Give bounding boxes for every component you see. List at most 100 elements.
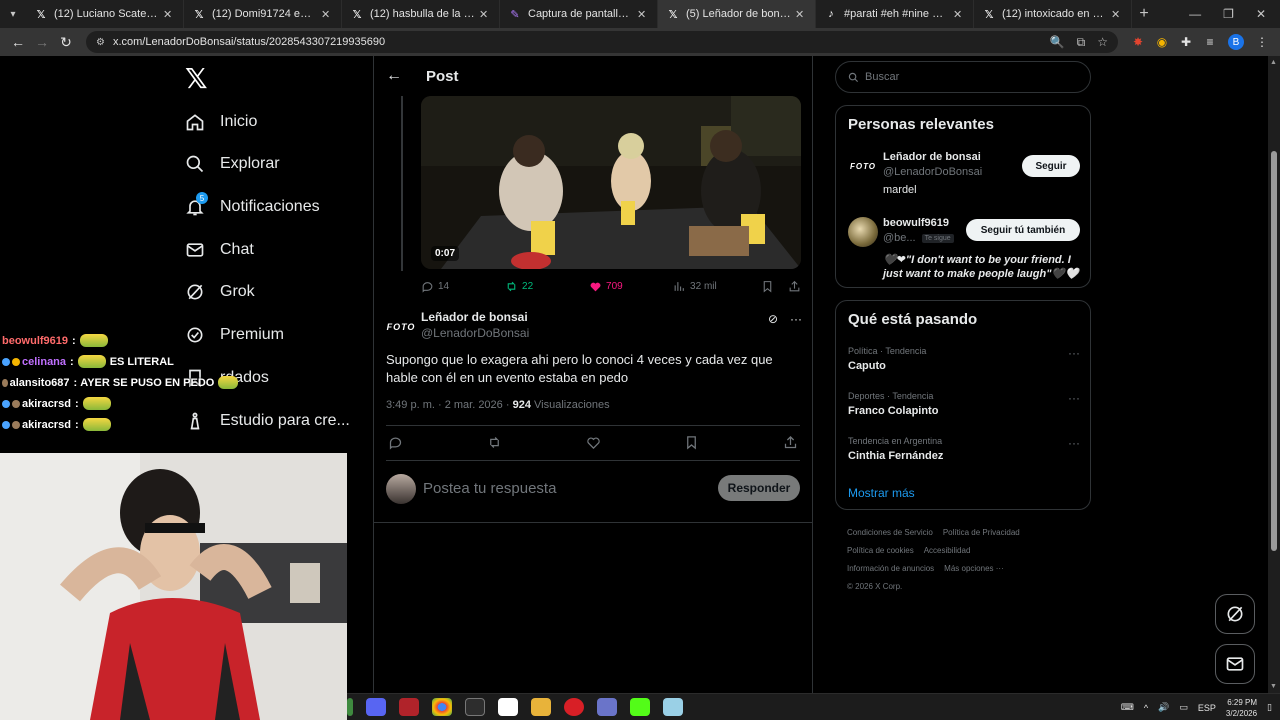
avatar[interactable] bbox=[848, 217, 878, 247]
network-icon[interactable]: ▭ bbox=[1179, 702, 1188, 713]
reply-button[interactable]: Responder bbox=[718, 475, 800, 501]
footer-link[interactable]: Más opciones ··· bbox=[944, 564, 1004, 573]
nav-item-chat[interactable]: Chat bbox=[180, 230, 254, 270]
chrome-icon[interactable] bbox=[432, 698, 452, 716]
heart-icon[interactable] bbox=[586, 435, 601, 450]
author-avatar[interactable]: FOTO bbox=[386, 312, 416, 342]
author-handle[interactable]: @LenadorDoBonsai bbox=[421, 326, 529, 340]
zoom-icon[interactable]: 🔍 bbox=[1050, 35, 1065, 49]
view-count[interactable]: 32 mil bbox=[673, 280, 761, 293]
site-info-icon[interactable]: ⚙ bbox=[96, 37, 105, 48]
extensions-puzzle-icon[interactable]: ✚ bbox=[1174, 35, 1198, 49]
volume-icon[interactable]: 🔊 bbox=[1158, 702, 1169, 713]
trend-item[interactable]: Política · Tendencia Caputo ··· bbox=[848, 346, 1080, 372]
close-icon[interactable]: ✕ bbox=[637, 8, 649, 21]
browser-tab[interactable]: 𝕏(12) Domi91724 en X: "@Martin✕ bbox=[184, 0, 342, 28]
app-icon[interactable] bbox=[498, 698, 518, 716]
scroll-up-icon[interactable]: ▲ bbox=[1270, 59, 1277, 66]
chevron-up-icon[interactable]: ^ bbox=[1144, 703, 1148, 713]
address-bar[interactable]: ⚙ x.com/LenadorDoBonsai/status/202854330… bbox=[86, 31, 1118, 53]
page-scrollbar[interactable]: ▲ ▼ bbox=[1268, 56, 1280, 693]
like-count[interactable]: 709 bbox=[589, 280, 673, 293]
nav-item-explore[interactable]: Explorar bbox=[180, 144, 280, 184]
more-options-icon[interactable]: ··· bbox=[1068, 436, 1080, 450]
back-arrow-icon[interactable]: ← bbox=[374, 67, 414, 85]
follow-back-button[interactable]: Seguir tú también bbox=[966, 219, 1080, 241]
maximize-icon[interactable]: ❐ bbox=[1223, 7, 1234, 21]
browser-tab[interactable]: ♪#parati #eh #nine #prime | bau✕ bbox=[816, 0, 974, 28]
extension-icon[interactable]: ✸ bbox=[1126, 35, 1150, 49]
reply-icon[interactable] bbox=[388, 435, 403, 450]
scroll-down-icon[interactable]: ▼ bbox=[1270, 683, 1277, 690]
language-indicator[interactable]: ESP bbox=[1198, 703, 1216, 713]
footer-link[interactable]: Accesibilidad bbox=[924, 546, 971, 555]
browser-menu-icon[interactable]: ⋮ bbox=[1250, 35, 1274, 49]
more-options-icon[interactable]: ··· bbox=[1068, 391, 1080, 405]
avatar[interactable]: FOTO bbox=[848, 151, 878, 181]
messages-floating-button[interactable] bbox=[1215, 644, 1255, 684]
browser-tab[interactable]: ✎Captura de pantalla por Lightsh✕ bbox=[500, 0, 658, 28]
profile-avatar[interactable]: B bbox=[1228, 34, 1244, 50]
footer-link[interactable]: Información de anuncios bbox=[847, 564, 934, 573]
browser-tab[interactable]: 𝕏(12) Luciano Scatena en X: "LA✕ bbox=[26, 0, 184, 28]
repost-icon[interactable] bbox=[487, 435, 502, 450]
notifications-icon[interactable]: ▯ bbox=[1267, 702, 1272, 713]
person-name[interactable]: Leñador de bonsai bbox=[883, 151, 981, 163]
close-icon[interactable]: ✕ bbox=[163, 8, 175, 21]
grok-floating-button[interactable] bbox=[1215, 594, 1255, 634]
trend-item[interactable]: Tendencia en Argentina Cinthia Fernández… bbox=[848, 436, 1080, 462]
kick-icon[interactable] bbox=[630, 698, 650, 716]
close-icon[interactable]: ✕ bbox=[321, 8, 333, 21]
extension-icon[interactable]: ◉ bbox=[1150, 35, 1174, 49]
close-icon[interactable]: ✕ bbox=[1111, 8, 1123, 21]
back-icon[interactable]: ← bbox=[6, 30, 30, 54]
reply-count[interactable]: 14 bbox=[421, 280, 505, 293]
footer-link[interactable]: Condiciones de Servicio bbox=[847, 528, 933, 537]
nav-item-grok[interactable]: Grok bbox=[180, 272, 255, 312]
repost-count[interactable]: 22 bbox=[505, 280, 589, 293]
install-app-icon[interactable]: ⧉ bbox=[1077, 35, 1086, 50]
close-icon[interactable]: ✕ bbox=[795, 8, 807, 21]
close-window-icon[interactable]: ✕ bbox=[1256, 7, 1266, 21]
app-icon[interactable] bbox=[597, 698, 617, 716]
more-options-icon[interactable]: ··· bbox=[790, 312, 802, 326]
share-icon[interactable] bbox=[788, 280, 801, 293]
close-icon[interactable]: ✕ bbox=[953, 8, 965, 21]
close-icon[interactable]: ✕ bbox=[479, 8, 491, 21]
show-more-link[interactable]: Mostrar más bbox=[848, 486, 915, 500]
browser-tab-active[interactable]: 𝕏(5) Leñador de bonsai en X: "S✕ bbox=[658, 0, 816, 28]
app-icon[interactable] bbox=[347, 698, 353, 716]
footer-link[interactable]: Política de Privacidad bbox=[943, 528, 1020, 537]
keyboard-icon[interactable]: ⌨ bbox=[1121, 702, 1134, 713]
nav-item-notifications[interactable]: 5 Notificaciones bbox=[180, 187, 320, 227]
x-logo-icon[interactable]: 𝕏 bbox=[185, 64, 215, 94]
follow-button[interactable]: Seguir bbox=[1022, 155, 1080, 177]
reply-input[interactable]: Postea tu respuesta bbox=[423, 480, 556, 497]
reload-icon[interactable]: ↻ bbox=[54, 30, 78, 54]
nav-item-home[interactable]: Inicio bbox=[180, 102, 257, 142]
person-item[interactable]: beowulf9619 @be... Te sigue 🖤❤"I don't wa… bbox=[848, 217, 1080, 281]
grok-icon[interactable]: ⊘ bbox=[768, 312, 778, 326]
discord-icon[interactable] bbox=[366, 698, 386, 716]
minimize-icon[interactable]: — bbox=[1189, 7, 1201, 21]
video-player[interactable]: 0:07 bbox=[421, 96, 801, 269]
search-input[interactable]: Buscar bbox=[835, 61, 1091, 93]
app-icon[interactable] bbox=[663, 698, 683, 716]
person-item[interactable]: FOTO Leñador de bonsai @LenadorDoBonsai … bbox=[848, 151, 1080, 201]
clock[interactable]: 6:29 PM 3/2/2026 bbox=[1226, 697, 1257, 719]
trend-item[interactable]: Deportes · Tendencia Franco Colapinto ··… bbox=[848, 391, 1080, 417]
tab-search-icon[interactable]: ▾ bbox=[0, 0, 26, 28]
new-tab-icon[interactable]: + bbox=[1132, 5, 1156, 23]
bookmark-star-icon[interactable]: ☆ bbox=[1097, 35, 1108, 49]
browser-tab[interactable]: 𝕏(12) hasbulla de la plata en X: ✕ bbox=[342, 0, 500, 28]
avatar[interactable] bbox=[386, 474, 416, 504]
opera-icon[interactable] bbox=[564, 698, 584, 716]
scrollbar-thumb[interactable] bbox=[1271, 151, 1277, 551]
footer-link[interactable]: Política de cookies bbox=[847, 546, 914, 555]
app-icon[interactable] bbox=[399, 698, 419, 716]
bookmark-icon[interactable] bbox=[761, 280, 774, 293]
browser-tab[interactable]: 𝕏(12) intoxicado en X: "Básicam✕ bbox=[974, 0, 1132, 28]
bookmark-icon[interactable] bbox=[684, 435, 699, 450]
person-name[interactable]: beowulf9619 bbox=[883, 217, 949, 229]
file-explorer-icon[interactable] bbox=[531, 698, 551, 716]
